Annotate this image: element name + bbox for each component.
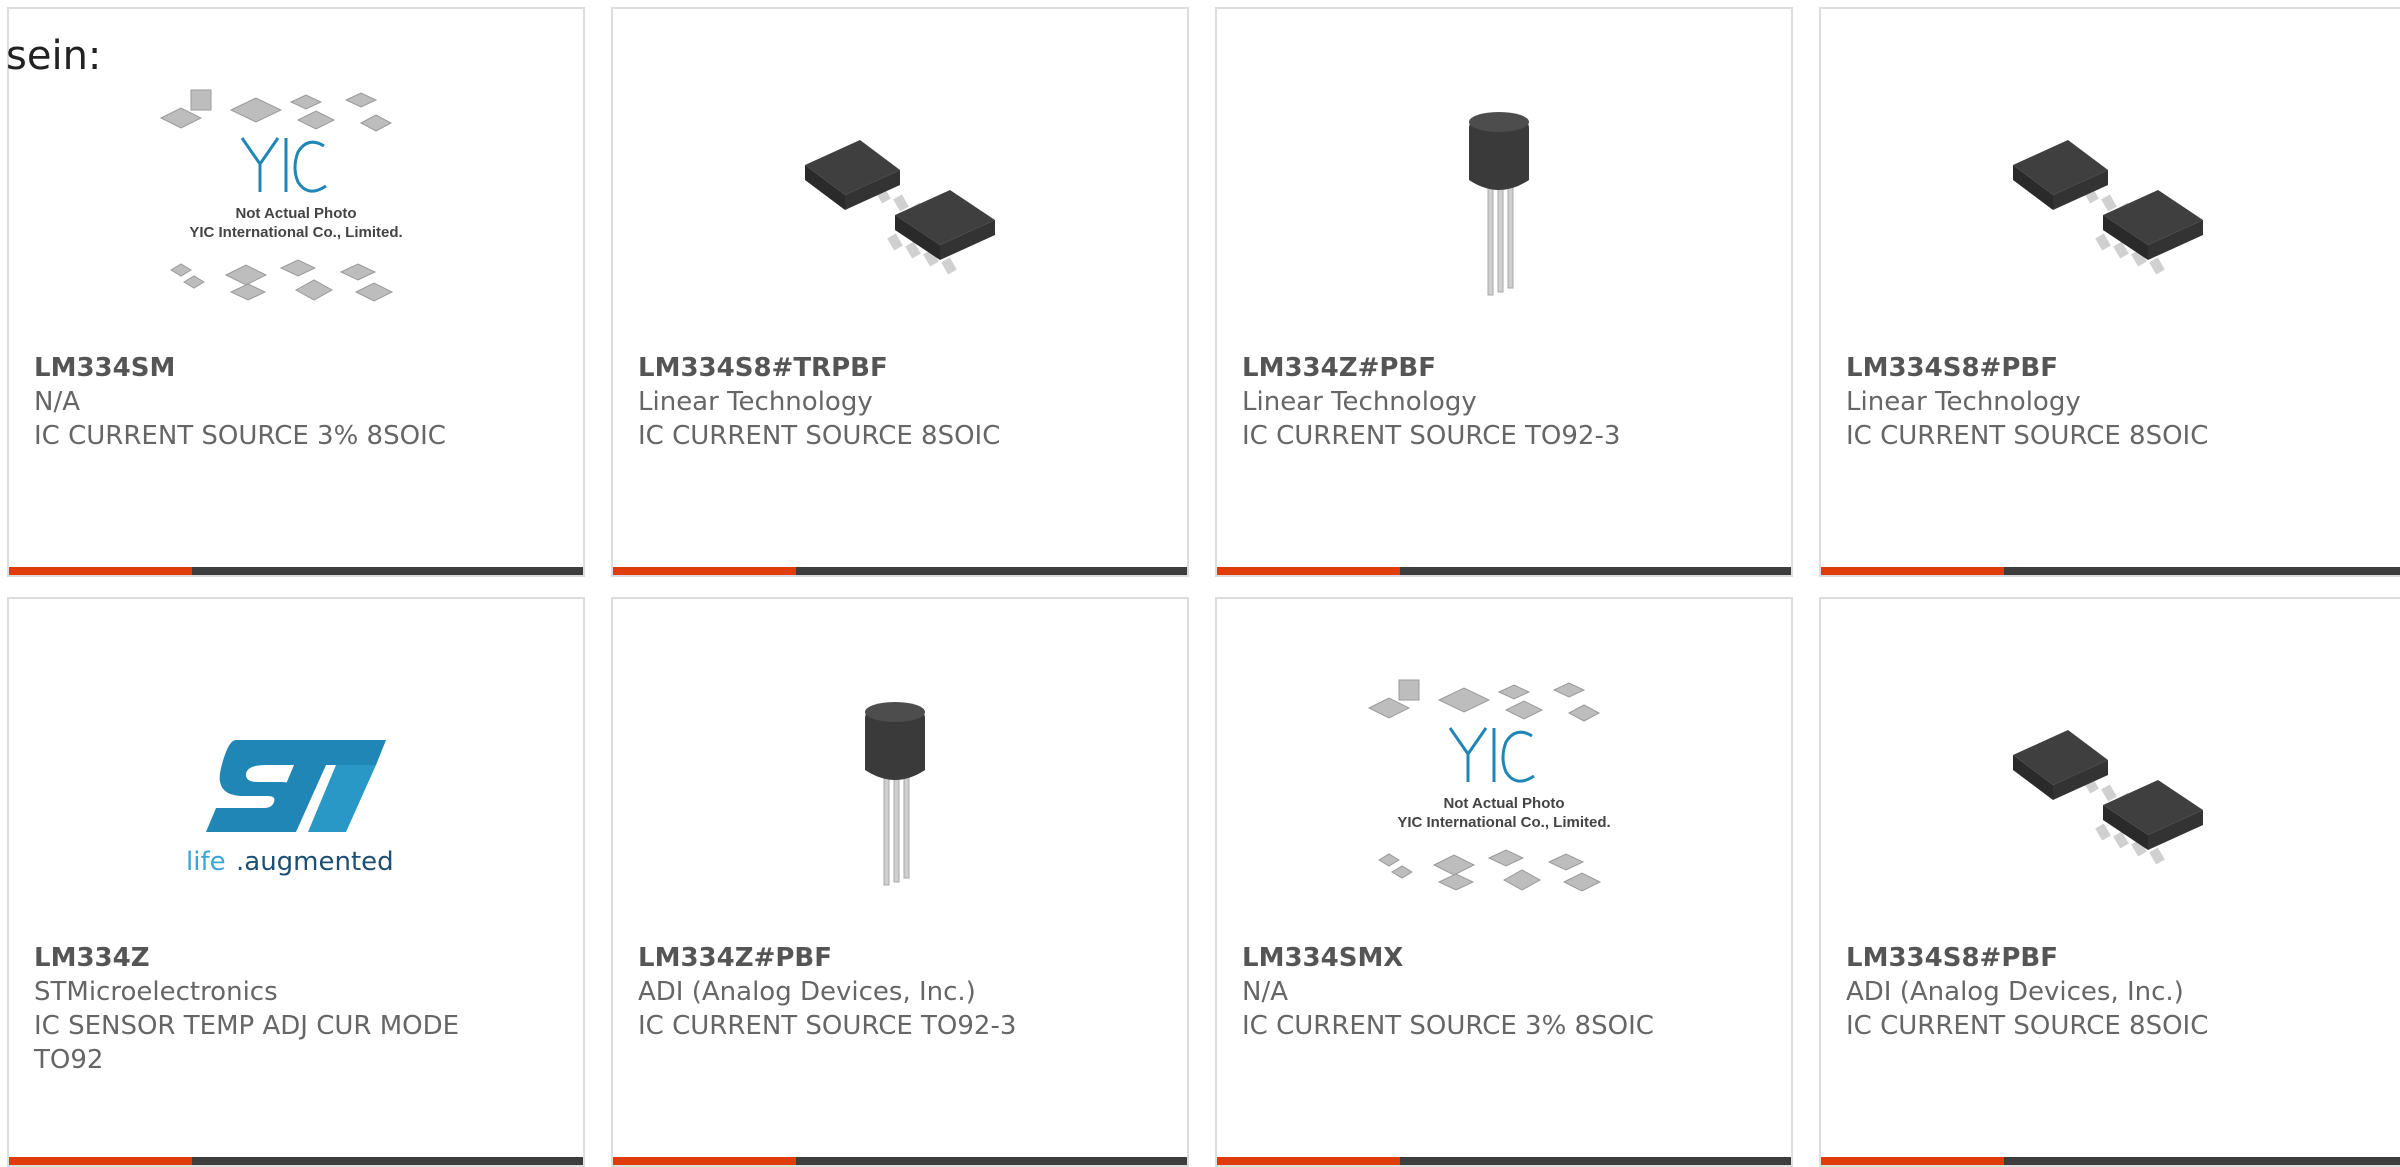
- st-tagline-life: life: [186, 847, 226, 877]
- product-card[interactable]: LM334Z#PBF Linear Technology IC CURRENT …: [1215, 7, 1793, 577]
- description: IC SENSOR TEMP ADJ CUR MODE TO92: [34, 1011, 460, 1075]
- not-actual-photo-placeholder: Not Actual Photo YIC International Co., …: [159, 89, 403, 302]
- manufacturer: N/A: [34, 387, 80, 417]
- part-number[interactable]: LM334S8#PBF: [1846, 351, 2397, 385]
- part-number[interactable]: LM334Z: [34, 941, 563, 975]
- st-tagline-augmented: .augmented: [236, 847, 394, 877]
- card-accent-bar: [9, 567, 583, 575]
- soic8-chip-image: [800, 110, 1000, 310]
- product-image[interactable]: [1217, 75, 1791, 345]
- product-image[interactable]: [1821, 665, 2395, 935]
- description: IC CURRENT SOURCE 8SOIC: [1846, 421, 2209, 451]
- card-accent-bar: [1821, 1157, 2400, 1165]
- placeholder-caption-line2: YIC International Co., Limited.: [1397, 814, 1610, 831]
- product-image[interactable]: life .augmented: [9, 665, 583, 935]
- product-image[interactable]: [1821, 75, 2395, 345]
- card-accent-bar: [1821, 567, 2400, 575]
- product-image[interactable]: Not Actual Photo YIC International Co., …: [1217, 665, 1791, 935]
- product-card[interactable]: LM334Z#PBF ADI (Analog Devices, Inc.) IC…: [611, 597, 1189, 1167]
- part-number[interactable]: LM334Z#PBF: [1242, 351, 1771, 385]
- not-actual-photo-placeholder: Not Actual Photo YIC International Co., …: [1367, 679, 1611, 892]
- description: IC CURRENT SOURCE TO92-3: [1242, 421, 1621, 451]
- product-card[interactable]: LM334S8#PBF Linear Technology IC CURRENT…: [1819, 7, 2400, 577]
- manufacturer: Linear Technology: [638, 387, 873, 417]
- manufacturer: Linear Technology: [1242, 387, 1477, 417]
- placeholder-caption-line1: Not Actual Photo: [235, 205, 356, 222]
- part-number[interactable]: LM334SMX: [1242, 941, 1771, 975]
- product-image[interactable]: [613, 75, 1187, 345]
- placeholder-caption-line2: YIC International Co., Limited.: [189, 224, 402, 241]
- placeholder-caption-line1: Not Actual Photo: [1443, 795, 1564, 812]
- description: IC CURRENT SOURCE TO92-3: [638, 1011, 1017, 1041]
- product-image[interactable]: [613, 665, 1187, 935]
- soic8-chip-image: [2013, 730, 2203, 865]
- description: IC CURRENT SOURCE 3% 8SOIC: [34, 421, 446, 451]
- part-number[interactable]: LM334S8#PBF: [1846, 941, 2397, 975]
- manufacturer: N/A: [1242, 977, 1288, 1007]
- product-card[interactable]: Not Actual Photo YIC International Co., …: [7, 7, 585, 577]
- section-heading: sein:: [6, 33, 102, 79]
- product-card[interactable]: LM334S8#PBF ADI (Analog Devices, Inc.) I…: [1819, 597, 2400, 1167]
- card-accent-bar: [1217, 1157, 1791, 1165]
- product-card[interactable]: Not Actual Photo YIC International Co., …: [1215, 597, 1793, 1167]
- part-number[interactable]: LM334SM: [34, 351, 563, 385]
- manufacturer: STMicroelectronics: [34, 977, 278, 1007]
- manufacturer: ADI (Analog Devices, Inc.): [1846, 977, 2184, 1007]
- product-card[interactable]: LM334S8#TRPBF Linear Technology IC CURRE…: [611, 7, 1189, 577]
- card-accent-bar: [613, 567, 1187, 575]
- product-image[interactable]: Not Actual Photo YIC International Co., …: [9, 75, 583, 345]
- card-accent-bar: [1217, 567, 1791, 575]
- manufacturer: Linear Technology: [1846, 387, 2081, 417]
- manufacturer: ADI (Analog Devices, Inc.): [638, 977, 976, 1007]
- soic8-chip-image: [2013, 140, 2203, 275]
- card-accent-bar: [9, 1157, 583, 1165]
- st-logo-icon: life .augmented: [186, 740, 394, 877]
- description: IC CURRENT SOURCE 8SOIC: [1846, 1011, 2209, 1041]
- part-number[interactable]: LM334Z#PBF: [638, 941, 1167, 975]
- to92-transistor-image: [1469, 112, 1529, 296]
- to92-transistor-image: [865, 702, 925, 886]
- description: IC CURRENT SOURCE 8SOIC: [638, 421, 1001, 451]
- product-card[interactable]: life .augmented LM334Z STMicroelectronic…: [7, 597, 585, 1167]
- card-accent-bar: [613, 1157, 1187, 1165]
- part-number[interactable]: LM334S8#TRPBF: [638, 351, 1167, 385]
- description: IC CURRENT SOURCE 3% 8SOIC: [1242, 1011, 1654, 1041]
